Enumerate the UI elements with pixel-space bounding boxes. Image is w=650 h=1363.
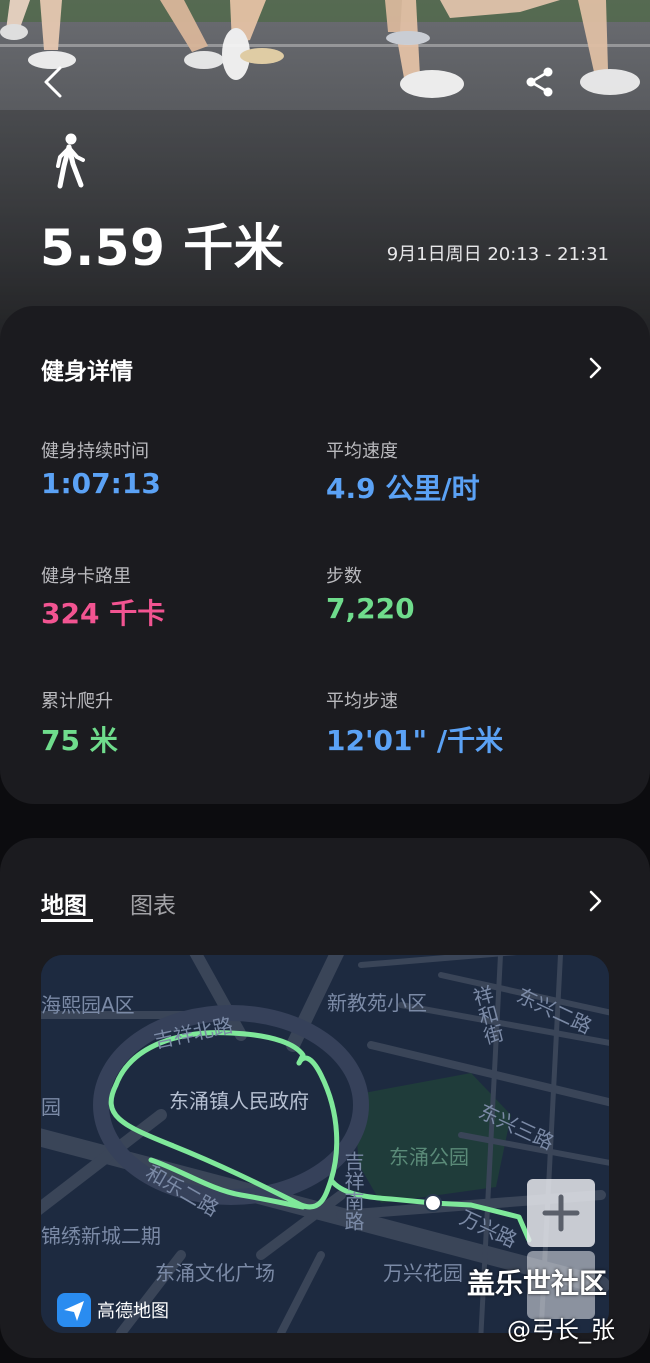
workout-detail-screen: 5.59 千米 9月1日周日 20:13 - 21:31 健身详情 健身持续时间… <box>0 0 650 1363</box>
chevron-left-icon <box>44 66 62 98</box>
steps-label: 步数 <box>326 566 362 587</box>
duration-label: 健身持续时间 <box>41 441 149 462</box>
calories-value: 324 千卡 <box>41 597 166 630</box>
tab-map[interactable]: 地图 <box>41 886 87 920</box>
map-label-yuan: 园 <box>41 1095 61 1119</box>
session-time-range: 9月1日周日 20:13 - 21:31 <box>386 244 609 265</box>
amap-logo-icon <box>57 1293 91 1327</box>
details-expand-button[interactable] <box>586 355 604 381</box>
calories-label: 健身卡路里 <box>41 566 131 587</box>
map-zoom-button[interactable] <box>527 1179 595 1247</box>
avg-pace-label: 平均步速 <box>326 691 398 712</box>
chevron-right-icon <box>589 890 602 912</box>
map-label-town-government: 东涌镇人民政府 <box>169 1089 309 1113</box>
back-button[interactable] <box>36 62 70 102</box>
map-label-dongchong-park: 东涌公园 <box>389 1145 469 1169</box>
author-watermark: @弓长_张 <box>507 1316 615 1344</box>
details-card-title: 健身详情 <box>41 359 133 385</box>
share-button[interactable] <box>522 64 558 100</box>
avg-pace-value: 12'01" /千米 <box>326 724 504 757</box>
tab-chart[interactable]: 图表 <box>130 886 176 920</box>
active-tab-indicator <box>41 919 93 922</box>
map-label-wanxing-garden: 万兴花园 <box>383 1261 463 1285</box>
runners-photo <box>0 0 650 340</box>
map-label-jixiang-south-road: 吉祥南路 <box>341 1151 365 1231</box>
map-label-jinxiu-xincheng: 锦绣新城二期 <box>41 1224 161 1248</box>
map-provider-logo: 高德地图 <box>57 1293 169 1327</box>
map-expand-button[interactable] <box>586 888 604 914</box>
steps-value: 7,220 <box>326 592 415 625</box>
avg-speed-label: 平均速度 <box>326 441 398 462</box>
walk-icon <box>52 133 90 189</box>
avg-speed-value: 4.9 公里/时 <box>326 472 480 505</box>
map-label-xinjiaoyuan: 新教苑小区 <box>327 991 427 1015</box>
map-label-haixiyuan: 海熙园A区 <box>41 993 135 1017</box>
elevation-gain-label: 累计爬升 <box>41 691 113 712</box>
plus-icon <box>542 1194 580 1232</box>
share-icon <box>526 67 553 97</box>
total-distance: 5.59 千米 <box>40 219 285 277</box>
map-provider-name: 高德地图 <box>97 1301 169 1322</box>
duration-value: 1:07:13 <box>41 467 161 500</box>
chevron-right-icon <box>589 357 602 379</box>
map-label-culture-square: 东涌文化广场 <box>155 1261 275 1285</box>
community-watermark: 盖乐世社区 <box>467 1267 608 1300</box>
hero-photo: 5.59 千米 9月1日周日 20:13 - 21:31 <box>0 0 650 340</box>
elevation-gain-value: 75 米 <box>41 724 118 757</box>
